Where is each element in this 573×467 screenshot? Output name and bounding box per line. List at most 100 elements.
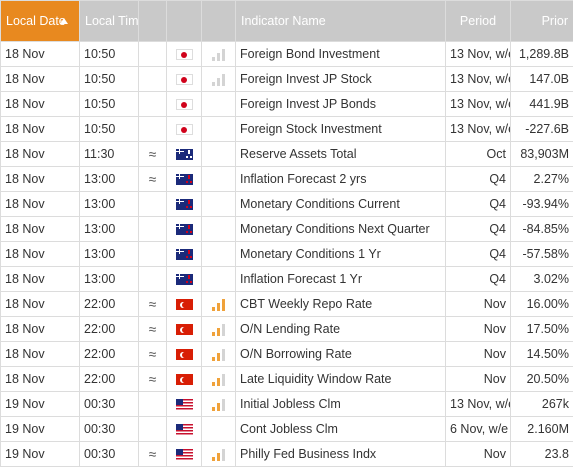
- impact-cell: [201, 166, 236, 192]
- prior-cell: 83,903M: [510, 141, 573, 167]
- usa-flag-icon: [175, 449, 193, 461]
- indicator-name-cell[interactable]: Foreign Invest JP Stock: [235, 66, 446, 92]
- date-cell: 18 Nov: [0, 166, 80, 192]
- table-row[interactable]: 18 Nov 13:00 Inflation Forecast 1 Yr Q4 3.02…: [0, 266, 573, 292]
- impact-bars-icon: [211, 323, 226, 336]
- table-row[interactable]: 18 Nov 22:00 ≈ O/N Lending Rate Nov 17.50%: [0, 316, 573, 342]
- impact-bars-icon: [211, 73, 226, 86]
- indicator-name-cell[interactable]: Monetary Conditions Next Quarter: [235, 216, 446, 242]
- prior-cell: 14.50%: [510, 341, 573, 367]
- period-cell: Q4: [445, 166, 511, 192]
- approx-icon: ≈: [138, 366, 167, 392]
- country-flag-cell: [166, 441, 202, 467]
- approx-icon: [138, 416, 167, 442]
- date-cell: 18 Nov: [0, 191, 80, 217]
- column-header-approx: [138, 0, 167, 42]
- time-cell: 10:50: [79, 66, 139, 92]
- period-cell: 6 Nov, w/e: [445, 416, 511, 442]
- indicator-name-cell[interactable]: Monetary Conditions 1 Yr: [235, 241, 446, 267]
- indicator-name-cell[interactable]: Reserve Assets Total: [235, 141, 446, 167]
- indicator-name-cell[interactable]: Inflation Forecast 2 yrs: [235, 166, 446, 192]
- prior-cell: 2.160M: [510, 416, 573, 442]
- indicator-name-cell[interactable]: CBT Weekly Repo Rate: [235, 291, 446, 317]
- country-flag-cell: [166, 291, 202, 317]
- indicator-name-cell[interactable]: Monetary Conditions Current: [235, 191, 446, 217]
- column-header-local-date[interactable]: Local Date: [0, 0, 80, 42]
- impact-cell: [201, 41, 236, 67]
- impact-cell: [201, 391, 236, 417]
- impact-cell: [201, 91, 236, 117]
- impact-cell: [201, 441, 236, 467]
- table-row[interactable]: 18 Nov 13:00 Monetary Conditions 1 Yr Q4 -57…: [0, 241, 573, 267]
- impact-bars-icon: [211, 348, 226, 361]
- table-row[interactable]: 18 Nov 13:00 Monetary Conditions Current Q4…: [0, 191, 573, 217]
- indicator-name-cell[interactable]: Inflation Forecast 1 Yr: [235, 266, 446, 292]
- country-flag-cell: [166, 41, 202, 67]
- indicator-name-cell[interactable]: Foreign Stock Investment: [235, 116, 446, 142]
- country-flag-cell: [166, 116, 202, 142]
- column-header-local-time[interactable]: Local Time: [79, 0, 139, 42]
- indicator-name-cell[interactable]: Late Liquidity Window Rate: [235, 366, 446, 392]
- time-cell: 10:50: [79, 41, 139, 67]
- prior-cell: -57.58%: [510, 241, 573, 267]
- date-cell: 18 Nov: [0, 241, 80, 267]
- table-row[interactable]: 18 Nov 10:50 Foreign Stock Investment 13 No…: [0, 116, 573, 142]
- period-cell: Q4: [445, 216, 511, 242]
- new-zealand-flag-icon: [175, 274, 193, 286]
- column-header-prior[interactable]: Prior: [510, 0, 573, 42]
- table-row[interactable]: 18 Nov 10:50 Foreign Invest JP Bonds 13 Nov…: [0, 91, 573, 117]
- sort-ascending-icon[interactable]: [60, 18, 68, 25]
- japan-flag-icon: [175, 74, 193, 86]
- table-row[interactable]: 18 Nov 22:00 ≈ Late Liquidity Window Rate No…: [0, 366, 573, 392]
- date-cell: 18 Nov: [0, 366, 80, 392]
- indicator-name-cell[interactable]: Philly Fed Business Indx: [235, 441, 446, 467]
- table-row[interactable]: 19 Nov 00:30 ≈ Philly Fed Business Indx Nov 2…: [0, 441, 573, 467]
- indicator-name-cell[interactable]: Cont Jobless Clm: [235, 416, 446, 442]
- column-header-period[interactable]: Period: [445, 0, 511, 42]
- table-row[interactable]: 18 Nov 22:00 ≈ CBT Weekly Repo Rate Nov 16.00…: [0, 291, 573, 317]
- indicator-name-cell[interactable]: Initial Jobless Clm: [235, 391, 446, 417]
- prior-cell: 147.0B: [510, 66, 573, 92]
- table-row[interactable]: 18 Nov 11:30 ≈ Reserve Assets Total Oct 83,90…: [0, 141, 573, 167]
- impact-cell: [201, 116, 236, 142]
- period-cell: 13 Nov, w/e: [445, 391, 511, 417]
- country-flag-cell: [166, 66, 202, 92]
- indicator-name-cell[interactable]: Foreign Bond Investment: [235, 41, 446, 67]
- column-header-indicator-name[interactable]: Indicator Name: [235, 0, 446, 42]
- impact-cell: [201, 366, 236, 392]
- approx-icon: ≈: [138, 441, 167, 467]
- period-cell: Q4: [445, 241, 511, 267]
- date-cell: 18 Nov: [0, 66, 80, 92]
- approx-icon: ≈: [138, 341, 167, 367]
- table-row[interactable]: 18 Nov 10:50 Foreign Invest JP Stock 13 Nov…: [0, 66, 573, 92]
- japan-flag-icon: [175, 99, 193, 111]
- table-row[interactable]: 18 Nov 13:00 Monetary Conditions Next Quar…: [0, 216, 573, 242]
- country-flag-cell: [166, 341, 202, 367]
- table-row[interactable]: 19 Nov 00:30 Cont Jobless Clm 6 Nov, w/e 2.1…: [0, 416, 573, 442]
- table-row[interactable]: 18 Nov 13:00 ≈ Inflation Forecast 2 yrs Q4 2.…: [0, 166, 573, 192]
- table-header-row: Local Date Local Time Indicator Name Per…: [0, 0, 573, 42]
- period-cell: Nov: [445, 291, 511, 317]
- approx-icon: [138, 241, 167, 267]
- period-cell: Nov: [445, 316, 511, 342]
- table-row[interactable]: 18 Nov 22:00 ≈ O/N Borrowing Rate Nov 14.50%: [0, 341, 573, 367]
- prior-cell: 17.50%: [510, 316, 573, 342]
- period-cell: 13 Nov, w/e: [445, 91, 511, 117]
- new-zealand-flag-icon: [175, 199, 193, 211]
- turkey-flag-icon: [175, 349, 193, 361]
- country-flag-cell: [166, 141, 202, 167]
- indicator-name-cell[interactable]: Foreign Invest JP Bonds: [235, 91, 446, 117]
- time-cell: 00:30: [79, 441, 139, 467]
- time-cell: 22:00: [79, 341, 139, 367]
- column-header-impact: [201, 0, 236, 42]
- time-cell: 22:00: [79, 366, 139, 392]
- approx-icon: [138, 391, 167, 417]
- country-flag-cell: [166, 166, 202, 192]
- indicator-name-cell[interactable]: O/N Borrowing Rate: [235, 341, 446, 367]
- prior-cell: 1,289.8B: [510, 41, 573, 67]
- impact-cell: [201, 316, 236, 342]
- table-row[interactable]: 19 Nov 00:30 Initial Jobless Clm 13 Nov, w/…: [0, 391, 573, 417]
- indicator-name-cell[interactable]: O/N Lending Rate: [235, 316, 446, 342]
- impact-cell: [201, 66, 236, 92]
- table-row[interactable]: 18 Nov 10:50 Foreign Bond Investment 13 Nov…: [0, 41, 573, 67]
